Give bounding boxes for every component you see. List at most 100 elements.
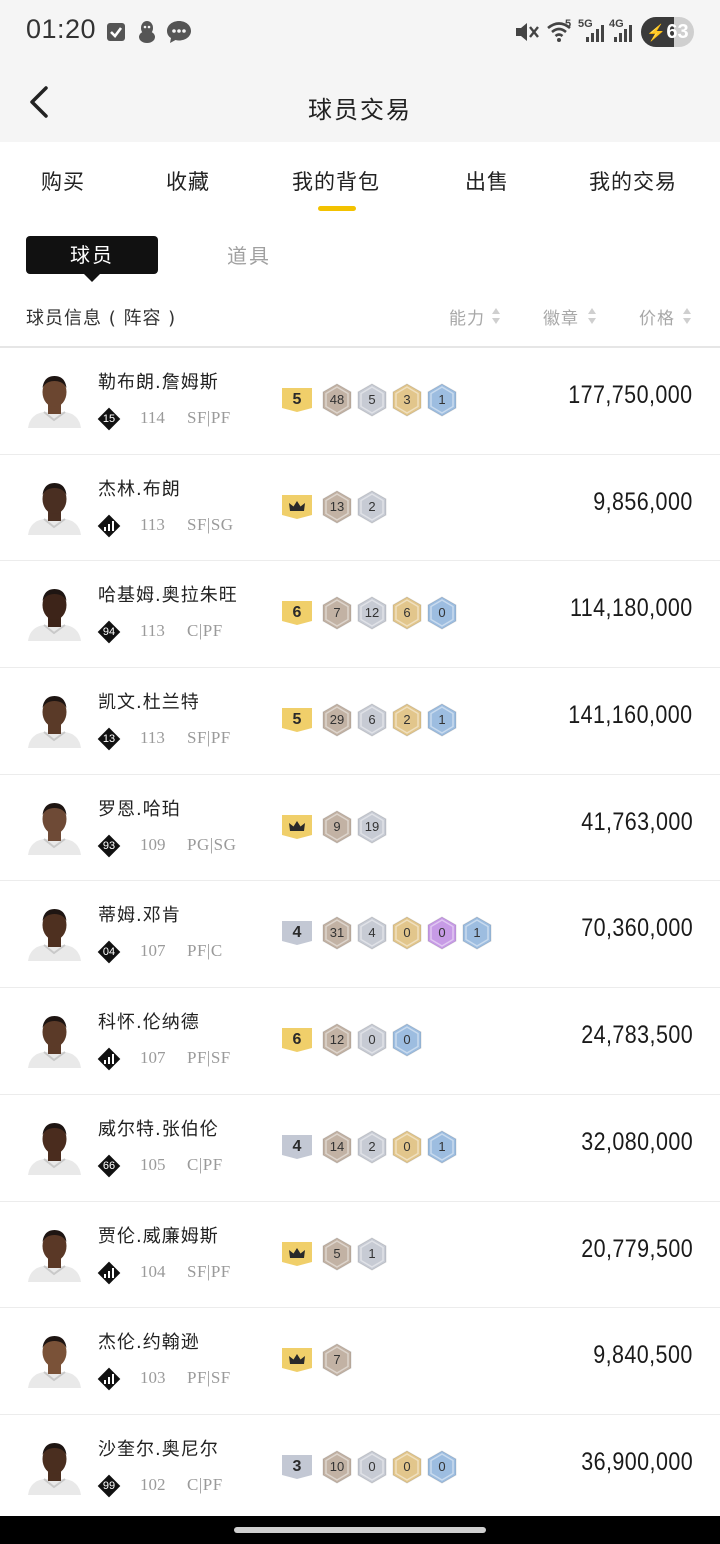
player-row[interactable]: 科怀.伦纳德 107 PF|SF 6 12 0 0 24,783,500	[0, 988, 720, 1095]
badge-count: 1	[368, 1245, 376, 1261]
jersey-number-badge: 94	[97, 621, 121, 644]
badge-hexagon-silver: 19	[357, 810, 387, 844]
active-tab-indicator	[318, 206, 356, 211]
player-ability: 109	[140, 834, 166, 854]
player-row[interactable]: 威尔特.张伯伦 66 105 C|PF 4 14 2 0 1 32,080,000	[0, 1095, 720, 1202]
badge-hexagon-bronze: 14	[322, 1130, 352, 1164]
player-positions: C|PF	[187, 1154, 223, 1174]
navigation-bar	[0, 1516, 720, 1544]
badge-hexagon-silver: 12	[357, 596, 387, 630]
badge-count: 10	[329, 1458, 345, 1474]
player-name: 哈基姆.奥拉朱旺	[98, 585, 238, 607]
player-row[interactable]: 沙奎尔.奥尼尔 99 102 C|PF 3 10 0 0 0 36,900,000	[0, 1415, 720, 1522]
sort-price-icon[interactable]	[682, 307, 692, 325]
player-name: 威尔特.张伯伦	[98, 1118, 219, 1140]
badge-hexagon-blue: 1	[462, 916, 492, 951]
crown-level-icon	[282, 814, 312, 839]
badge-hexagon-blue: 1	[427, 703, 457, 737]
player-row[interactable]: 蒂姆.邓肯 04 107 PF|C 4 31 4 0 0 1 70,360,000	[0, 881, 720, 989]
tab-favorites[interactable]: 收藏	[166, 166, 210, 196]
player-positions: SF|PF	[187, 408, 231, 427]
player-ability: 114	[140, 408, 165, 427]
tab-my-backpack[interactable]: 我的背包	[292, 166, 380, 196]
home-gesture-handle[interactable]	[234, 1527, 486, 1533]
badge-count: 0	[438, 1458, 446, 1474]
player-price: 24,783,500	[581, 1021, 693, 1050]
jersey-number: 94	[102, 626, 116, 639]
badge-hexagon-gold: 0	[392, 916, 422, 951]
tab-sell[interactable]: 出售	[465, 166, 509, 196]
player-avatar	[26, 1224, 83, 1282]
badge-hexagon-bronze: 13	[322, 490, 352, 524]
jersey-number-badge: 15	[97, 407, 121, 431]
player-row[interactable]: 杰林.布朗 113 SF|SG 13 2 9,856,000	[0, 455, 720, 562]
level-value: 3	[292, 1457, 302, 1475]
player-price: 141,160,000	[568, 701, 693, 730]
player-avatar	[26, 1010, 83, 1069]
badge-count: 12	[364, 605, 380, 621]
player-name: 杰林.布朗	[98, 478, 181, 500]
jersey-number-badge: 13	[97, 727, 121, 751]
player-ability: 113	[140, 728, 165, 748]
player-row[interactable]: 贾伦.威廉姆斯 104 SF|PF 5 1 20,779,500	[0, 1202, 720, 1309]
player-price: 114,180,000	[570, 594, 693, 623]
player-name: 沙奎尔.奥尼尔	[98, 1438, 219, 1460]
level-badge: 4	[282, 1134, 312, 1159]
level-value: 6	[292, 1031, 302, 1049]
player-ability: 113	[140, 514, 165, 534]
sort-ability-icon[interactable]	[491, 307, 501, 325]
player-positions: SF|PF	[187, 1261, 231, 1281]
badge-count: 5	[368, 392, 376, 407]
level-badge: 6	[282, 1028, 312, 1053]
badge-hexagon-bronze: 10	[322, 1450, 352, 1484]
player-avatar	[26, 370, 83, 428]
player-ability: 113	[140, 621, 165, 641]
player-positions: PF|SF	[187, 1048, 231, 1068]
rank-bars-icon	[97, 1047, 121, 1071]
level-value: 4	[292, 1137, 302, 1155]
badge-count: 2	[368, 498, 376, 514]
badge-hexagon-silver: 2	[357, 1130, 387, 1164]
badge-count: 9	[333, 818, 341, 834]
signal-5g-icon	[586, 25, 604, 42]
player-row[interactable]: 罗恩.哈珀 93 109 PG|SG 9 19 41,763,000	[0, 775, 720, 882]
sort-by-price[interactable]: 价格	[639, 304, 675, 329]
tab-buy[interactable]: 购买	[41, 166, 85, 196]
player-price: 41,763,000	[581, 807, 693, 836]
sort-badge-icon[interactable]	[587, 307, 597, 325]
rank-bars-icon	[97, 1367, 121, 1391]
tab-my-trades[interactable]: 我的交易	[589, 166, 677, 196]
player-row[interactable]: 凯文.杜兰特 13 113 SF|PF 5 29 6 2 1 141,160,000	[0, 668, 720, 775]
player-price: 9,856,000	[593, 487, 693, 516]
badge-count: 48	[329, 392, 345, 407]
sort-by-ability[interactable]: 能力	[449, 304, 485, 329]
wifi-badge-label: 5	[565, 18, 572, 30]
badge-count: 2	[403, 712, 411, 728]
player-ability: 107	[140, 1048, 166, 1068]
badge-hexagon-bronze: 48	[322, 383, 352, 417]
player-name: 罗恩.哈珀	[98, 798, 181, 820]
player-row[interactable]: 杰伦.约翰逊 103 PF|SF 7 9,840,500	[0, 1308, 720, 1415]
sort-by-badge[interactable]: 徽章	[543, 304, 579, 329]
badge-hexagon-silver: 5	[357, 383, 387, 417]
level-value: 5	[292, 391, 302, 408]
checkbox-icon	[107, 23, 125, 41]
player-avatar	[26, 583, 83, 642]
player-ability: 107	[140, 941, 166, 961]
badge-count: 1	[438, 712, 446, 728]
player-avatar	[26, 477, 83, 535]
player-row[interactable]: 勒布朗.詹姆斯 15 114 SF|PF 5 48 5 3 1 177,750,000	[0, 348, 720, 455]
signal-4g-icon	[614, 25, 632, 42]
player-positions: SF|SG	[187, 514, 234, 534]
sub-tab-items[interactable]: 道具	[212, 240, 286, 269]
player-positions: SF|PF	[187, 728, 231, 748]
player-row[interactable]: 哈基姆.奥拉朱旺 94 113 C|PF 6 7 12 6 0 114,180,000	[0, 561, 720, 669]
badge-count: 5	[333, 1245, 341, 1261]
badge-hexagon-bronze: 7	[322, 596, 352, 630]
jersey-number-badge: 93	[97, 834, 121, 858]
player-ability: 102	[140, 1474, 166, 1494]
main-tabs: 购买 收藏 我的背包 出售 我的交易	[0, 142, 720, 218]
badge-hexagon-bronze: 29	[322, 703, 352, 737]
sub-tab-players[interactable]: 球员	[26, 236, 158, 282]
badge-hexagon-silver: 1	[357, 1236, 387, 1271]
